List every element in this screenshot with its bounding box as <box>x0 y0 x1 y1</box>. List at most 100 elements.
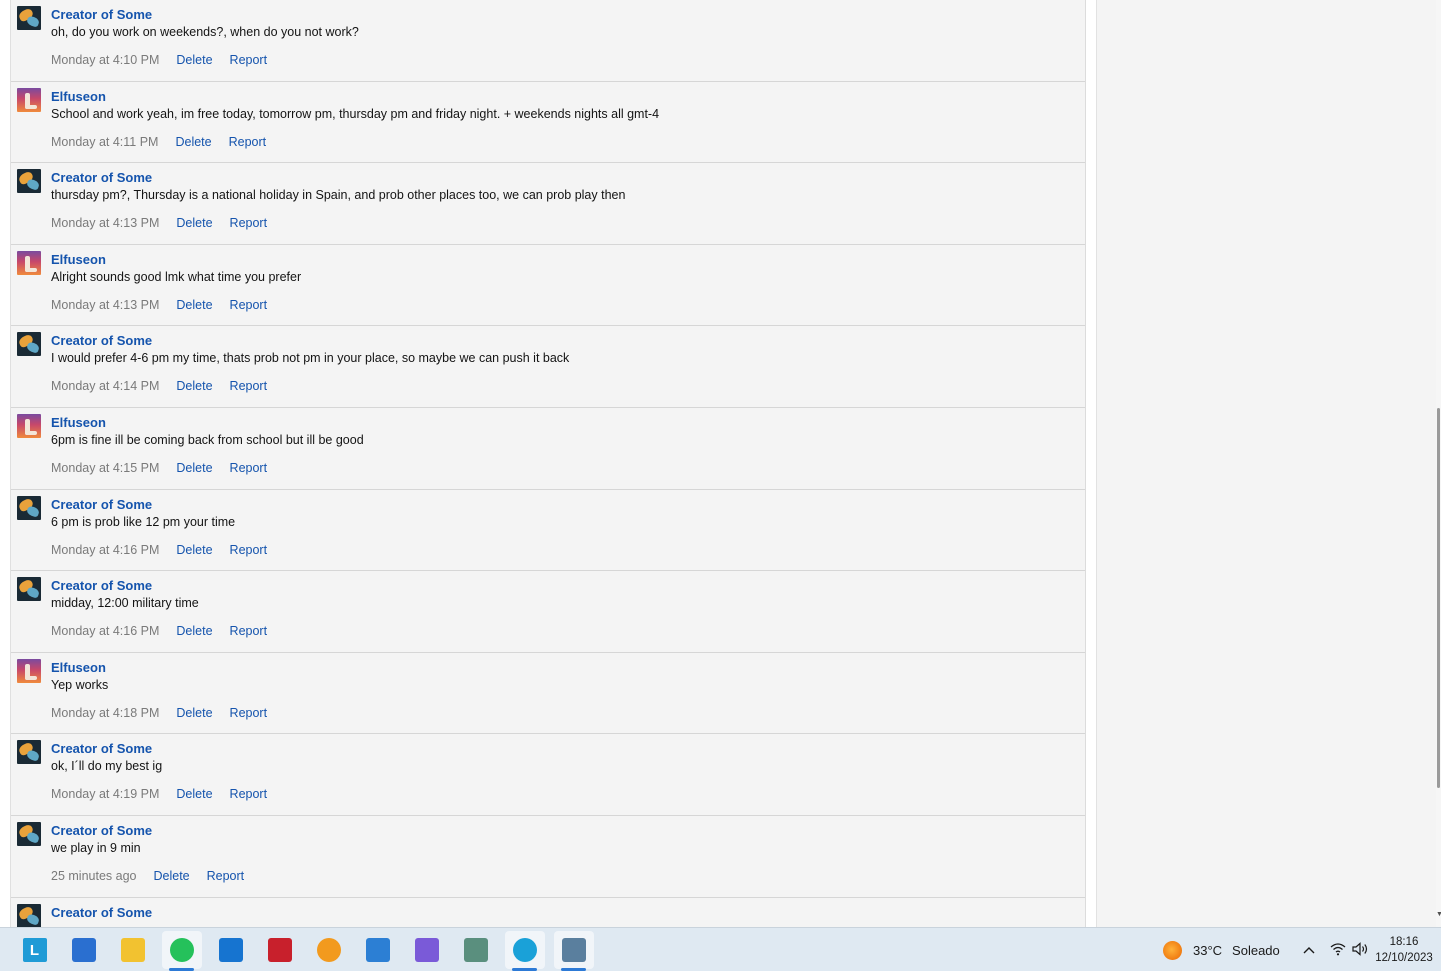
message-meta: Monday at 4:13 PM Delete Report <box>51 216 267 230</box>
taskbar-app-vpn[interactable] <box>304 928 353 971</box>
scrollbar[interactable]: ▼ <box>1436 0 1441 927</box>
message-author[interactable]: Creator of Some <box>51 823 152 838</box>
message-meta: Monday at 4:16 PM Delete Report <box>51 543 267 557</box>
ssms-icon <box>561 938 586 962</box>
message-meta: Monday at 4:15 PM Delete Report <box>51 461 267 475</box>
conversation-thread: Creator of Some oh, do you work on weeken… <box>10 0 1086 927</box>
report-button[interactable]: Report <box>230 298 268 312</box>
delete-button[interactable]: Delete <box>176 53 212 67</box>
message-text: 6pm is fine ill be coming back from scho… <box>51 432 364 447</box>
scrollbar-thumb[interactable] <box>1437 408 1440 788</box>
message-item: Creator of Some <box>11 898 1085 927</box>
report-button[interactable]: Report <box>230 216 268 230</box>
creator-avatar[interactable] <box>17 6 41 30</box>
message-author[interactable]: Elfuseon <box>51 415 106 430</box>
taskbar-app-tile <box>64 931 104 969</box>
creator-avatar[interactable] <box>17 332 41 357</box>
taskbar-app-tile <box>161 931 202 969</box>
taskbar-app-edge[interactable] <box>500 928 549 971</box>
elfuseon-avatar[interactable] <box>17 413 41 438</box>
message-item: Elfuseon 6pm is fine ill be coming back f… <box>11 408 1085 490</box>
creator-avatar[interactable] <box>17 577 41 602</box>
message-meta: Monday at 4:18 PM Delete Report <box>51 706 267 720</box>
taskbar-app-chatgpt[interactable] <box>451 928 500 971</box>
message-item: Creator of Some 6 pm is prob like 12 pm y… <box>11 490 1085 572</box>
elfuseon-avatar[interactable] <box>17 250 41 275</box>
app-letter: L <box>29 941 40 959</box>
message-item: Elfuseon Yep works Monday at 4:18 PM Delete… <box>11 653 1085 735</box>
sun-icon <box>1163 940 1182 960</box>
creator-avatar[interactable] <box>17 740 41 765</box>
report-button[interactable]: Report <box>230 379 268 393</box>
delete-button[interactable]: Delete <box>176 624 212 638</box>
message-text: midday, 12:00 military time <box>51 596 199 611</box>
message-author[interactable]: Elfuseon <box>51 89 106 104</box>
message-timestamp: Monday at 4:18 PM <box>51 705 160 720</box>
l-app-icon: L <box>22 938 47 962</box>
report-button[interactable]: Report <box>229 135 267 149</box>
creator-avatar[interactable] <box>17 495 41 520</box>
message-author[interactable]: Creator of Some <box>51 578 152 593</box>
message-author[interactable]: Creator of Some <box>51 7 152 22</box>
taskbar-app-mcafee[interactable] <box>255 928 304 971</box>
weather-widget[interactable]: 33°C Soleado <box>1163 928 1280 971</box>
outlook-icon <box>218 938 243 962</box>
message-item: Creator of Some we play in 9 min 25 minute… <box>11 816 1085 898</box>
message-timestamp: Monday at 4:13 PM <box>51 216 160 231</box>
clock[interactable]: 18:16 12/10/2023 <box>1373 928 1435 971</box>
delete-button[interactable]: Delete <box>176 543 212 557</box>
creator-avatar[interactable] <box>17 169 41 194</box>
volume-icon[interactable] <box>1352 941 1372 959</box>
page: Creator of Some oh, do you work on weeken… <box>0 0 1441 927</box>
message-item: Creator of Some oh, do you work on weeken… <box>11 0 1085 82</box>
message-author[interactable]: Elfuseon <box>51 252 106 267</box>
chevron-up-icon[interactable] <box>1302 943 1318 958</box>
message-text: School and work yeah, im free today, tom… <box>51 106 660 121</box>
taskbar-app-file-explorer[interactable] <box>108 928 157 971</box>
delete-button[interactable]: Delete <box>176 379 212 393</box>
copilot-icon <box>414 938 439 962</box>
taskbar-app-copilot[interactable] <box>402 928 451 971</box>
report-button[interactable]: Report <box>230 787 268 801</box>
delete-button[interactable]: Delete <box>176 706 212 720</box>
message-text: oh, do you work on weekends?, when do yo… <box>51 25 359 39</box>
delete-button[interactable]: Delete <box>176 298 212 312</box>
message-author[interactable]: Creator of Some <box>51 497 152 512</box>
taskbar-app-store[interactable] <box>59 928 108 971</box>
message-meta: Monday at 4:10 PM Delete Report <box>51 53 267 67</box>
delete-button[interactable]: Delete <box>153 869 189 883</box>
report-button[interactable]: Report <box>230 461 268 475</box>
creator-avatar[interactable] <box>17 821 41 846</box>
report-button[interactable]: Report <box>230 53 268 67</box>
report-button[interactable]: Report <box>230 706 268 720</box>
message-author[interactable]: Elfuseon <box>51 660 106 675</box>
creator-avatar[interactable] <box>17 903 41 927</box>
elfuseon-avatar[interactable] <box>17 87 41 112</box>
delete-button[interactable]: Delete <box>176 461 212 475</box>
store-icon <box>71 938 96 962</box>
delete-button[interactable]: Delete <box>176 787 212 801</box>
delete-button[interactable]: Delete <box>175 135 211 149</box>
message-text: thursday pm?, Thursday is a national hol… <box>51 188 626 203</box>
wifi-icon[interactable] <box>1330 942 1352 959</box>
report-button[interactable]: Report <box>207 869 245 883</box>
message-author[interactable]: Creator of Some <box>51 170 152 185</box>
taskbar-app-mail[interactable] <box>353 928 402 971</box>
taskbar-app-outlook[interactable] <box>206 928 255 971</box>
mcafee-icon <box>267 938 292 962</box>
elfuseon-avatar[interactable] <box>17 658 41 683</box>
message-author[interactable]: Creator of Some <box>51 741 152 756</box>
report-button[interactable]: Report <box>230 543 268 557</box>
report-button[interactable]: Report <box>230 624 268 638</box>
taskbar-app-l-app[interactable]: L <box>10 928 59 971</box>
scroll-down-arrow-icon[interactable]: ▼ <box>1436 911 1441 919</box>
system-tray <box>1302 928 1372 971</box>
message-item: Creator of Some I would prefer 4-6 pm my … <box>11 326 1085 408</box>
message-author[interactable]: Creator of Some <box>51 905 152 920</box>
message-author[interactable]: Creator of Some <box>51 333 152 348</box>
taskbar-app-tile <box>456 931 496 969</box>
message-meta: Monday at 4:19 PM Delete Report <box>51 787 267 801</box>
taskbar-app-ssms[interactable] <box>549 928 598 971</box>
taskbar-app-whatsapp[interactable] <box>157 928 206 971</box>
delete-button[interactable]: Delete <box>176 216 212 230</box>
